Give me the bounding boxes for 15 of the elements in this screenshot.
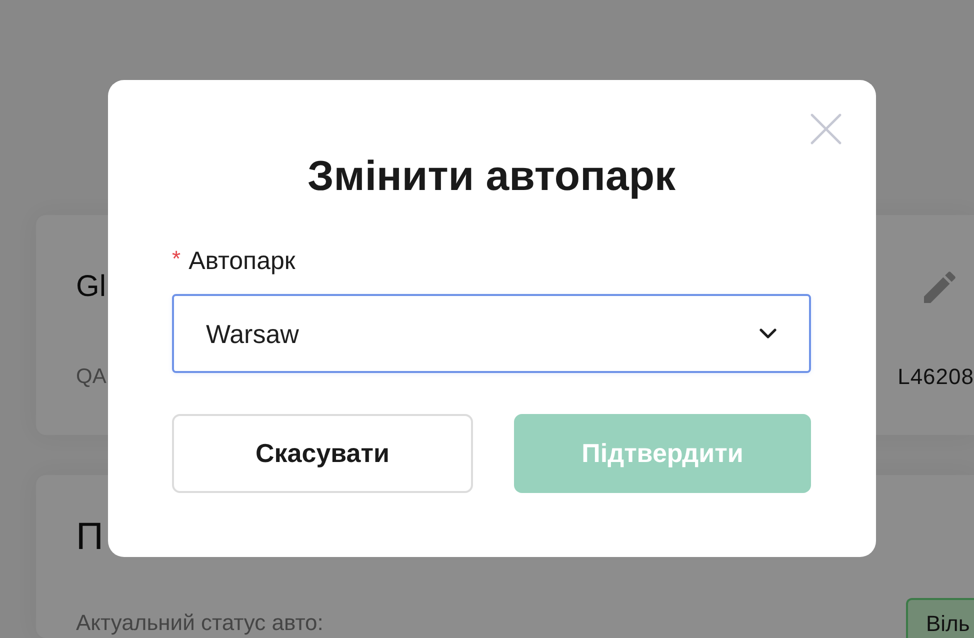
close-button[interactable] [810, 113, 842, 145]
required-mark: * [172, 248, 181, 270]
status-button[interactable]: Віль [906, 598, 974, 638]
row-label: QA [76, 364, 106, 390]
card-title: П [76, 515, 104, 559]
field-label: Автопарк [188, 246, 296, 276]
cancel-button[interactable]: Скасувати [172, 414, 473, 493]
card-title: Gl [76, 269, 106, 305]
select-field[interactable]: Warsaw [172, 294, 811, 373]
pencil-icon[interactable] [924, 271, 956, 303]
status-label: Актуальний статус авто: [76, 610, 324, 636]
row-value: L46208 [898, 363, 974, 391]
dialog-title: Змінити автопарк [308, 152, 676, 200]
chevron-down-icon [759, 328, 777, 339]
close-icon [810, 113, 842, 145]
